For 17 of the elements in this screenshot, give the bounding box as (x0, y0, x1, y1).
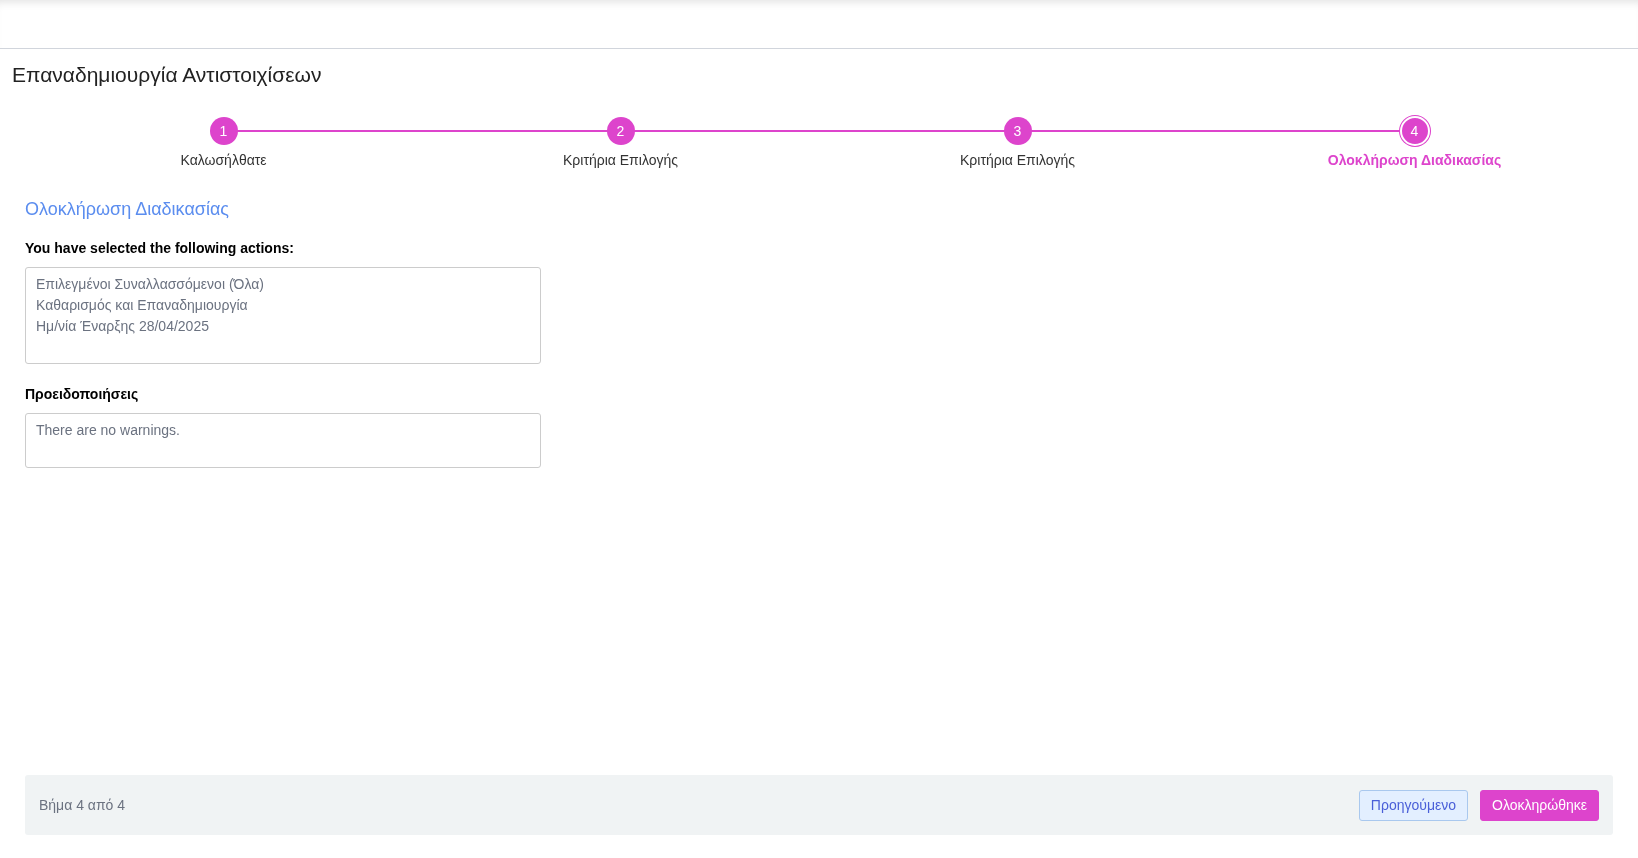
actions-textarea[interactable]: Επιλεγμένοι Συναλλασσόμενοι (Όλα) Καθαρισμός και Επαναδημιουργία Ημ/νία Έναρξης 28/04/2025 (25, 267, 541, 364)
step-counter: Βήμα 4 από 4 (39, 795, 126, 815)
step-label: Καλωσήλθατε (180, 151, 267, 170)
finish-button[interactable]: Ολοκληρώθηκε (1480, 789, 1599, 821)
field-label: You have selected the following actions: (25, 239, 295, 258)
page-title: Επαναδημιουργία Αντιστοιχίσεων (12, 62, 323, 88)
field-label: Προειδοποιήσεις (25, 385, 140, 404)
warnings-textarea[interactable]: There are no warnings. (25, 413, 541, 468)
previous-button[interactable]: Προηγούμενο (1358, 789, 1469, 821)
step-label: Ολοκλήρωση Διαδικασίας (1327, 151, 1502, 170)
step-number[interactable]: 4 (1399, 116, 1430, 146)
section-title: Ολοκλήρωση Διαδικασίας (25, 198, 230, 221)
step-label: Κριτήρια Επιλογής (960, 151, 1075, 170)
step-label: Κριτήρια Επιλογής (563, 151, 678, 170)
step-number[interactable]: 2 (606, 117, 635, 145)
step-number[interactable]: 3 (1003, 117, 1032, 145)
step-number[interactable]: 1 (209, 117, 238, 145)
